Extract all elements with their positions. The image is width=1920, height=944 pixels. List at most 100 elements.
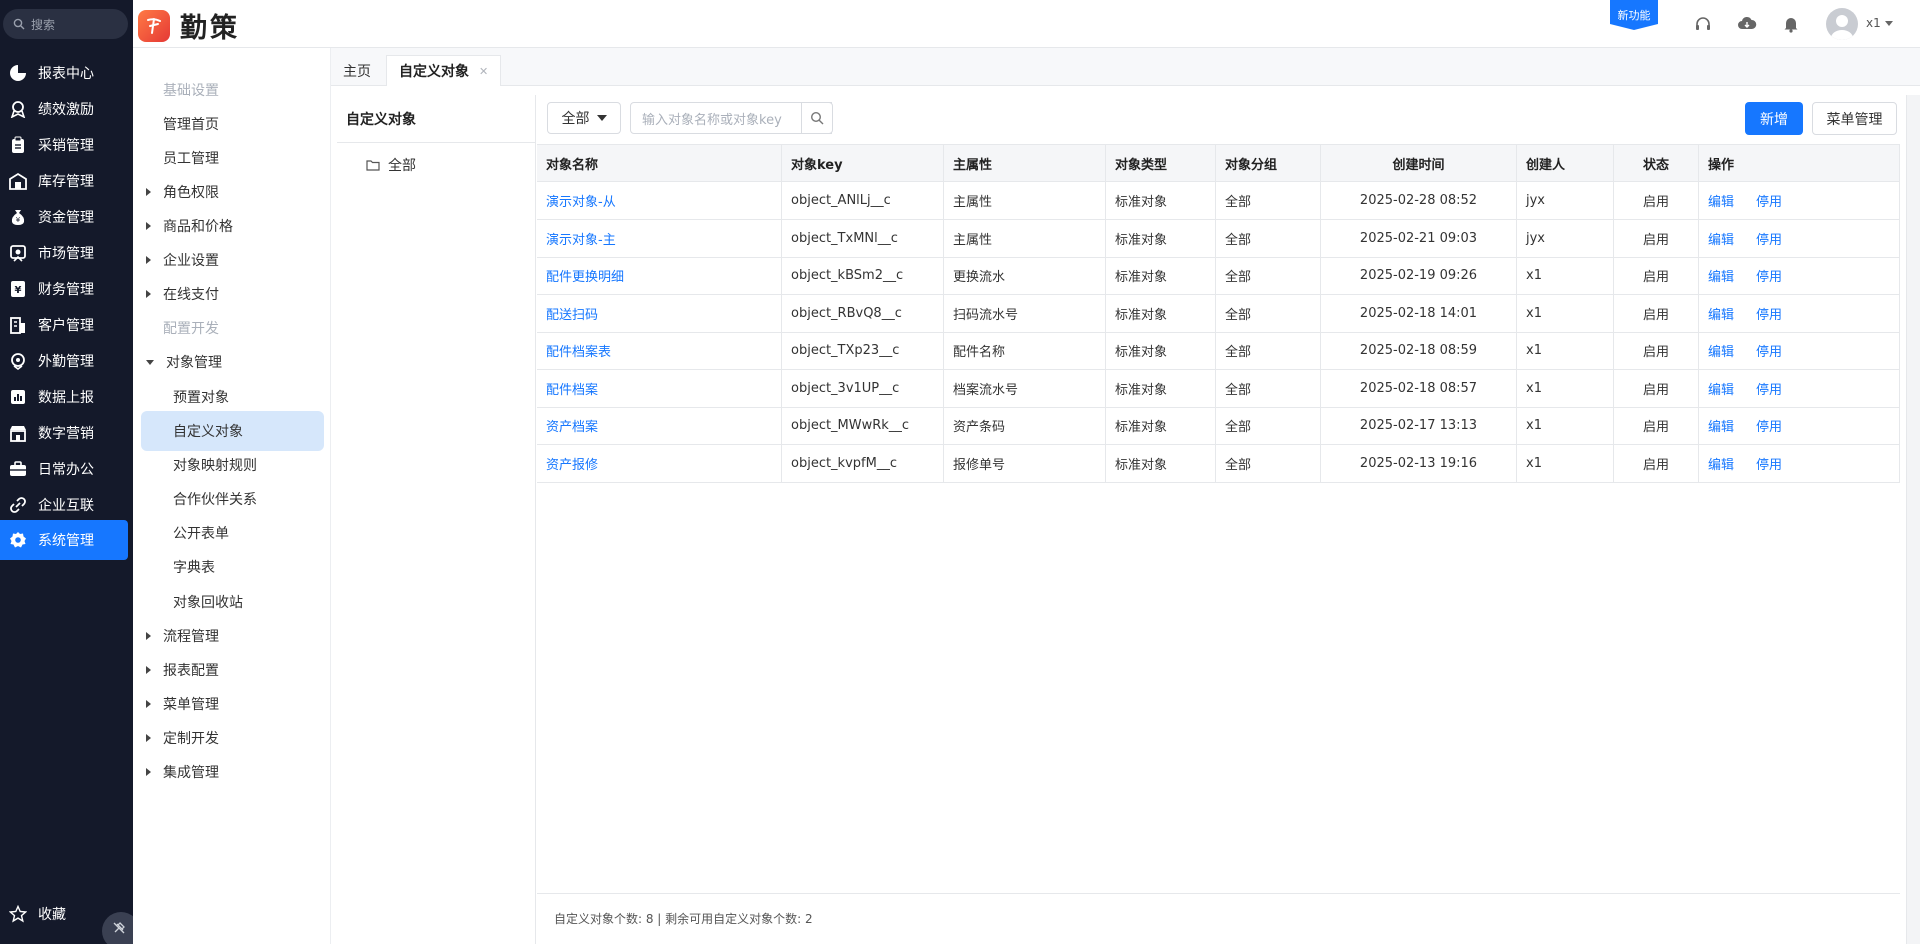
menu-management-button[interactable]: 菜单管理 (1812, 102, 1897, 135)
rail-item-11[interactable]: 日常办公 (0, 449, 128, 489)
rail-item-1[interactable]: 绩效激励 (0, 89, 128, 129)
rail-item-13[interactable]: 系统管理 (0, 520, 128, 560)
rail-item-7[interactable]: 客户管理 (0, 305, 128, 345)
column-header[interactable]: 对象分组 (1216, 145, 1321, 182)
cell-group: 全部 (1216, 182, 1321, 219)
column-header[interactable]: 状态 (1614, 145, 1699, 182)
object-name-link[interactable]: 资产报修 (537, 444, 782, 482)
cell-creator: x1 (1517, 369, 1614, 407)
unpin-icon (113, 922, 125, 934)
edit-link[interactable]: 编辑 (1708, 379, 1734, 398)
favorites-item[interactable]: 收藏 (0, 902, 66, 926)
rail-item-5[interactable]: 市场管理 (0, 233, 128, 273)
rail-item-9[interactable]: 数据上报 (0, 377, 128, 417)
object-search-button[interactable] (801, 102, 833, 134)
disable-link[interactable]: 停用 (1756, 191, 1782, 210)
cell-creator: x1 (1517, 257, 1614, 294)
subnav-item-label: 员工管理 (163, 151, 219, 167)
add-object-button[interactable]: 新增 (1745, 102, 1803, 135)
column-header[interactable]: 主属性 (944, 145, 1106, 182)
object-name-link[interactable]: 配送扫码 (537, 294, 782, 332)
edit-link[interactable]: 编辑 (1708, 341, 1734, 360)
column-header[interactable]: 创建人 (1517, 145, 1614, 182)
rail-item-0[interactable]: 报表中心 (0, 53, 128, 93)
edit-link[interactable]: 编辑 (1708, 454, 1734, 473)
global-search-placeholder: 搜索 (31, 17, 56, 32)
chevron-down-icon[interactable] (1885, 21, 1893, 26)
column-header[interactable]: 对象类型 (1106, 145, 1216, 182)
headset-icon[interactable] (1692, 13, 1714, 35)
subnav-item-14[interactable]: 字典表 (133, 547, 331, 587)
tree-node-all[interactable]: 全部 (366, 155, 416, 175)
award-icon (8, 99, 28, 119)
subnav-item-label: 字典表 (173, 560, 215, 576)
subnav-item-label: 在线支付 (163, 287, 219, 303)
object-name-link[interactable]: 配件档案表 (537, 332, 782, 369)
global-search[interactable]: 搜索 (3, 9, 128, 39)
rail-item-6[interactable]: ¥ 财务管理 (0, 269, 128, 309)
brand-logo[interactable]: 勤策 (138, 6, 240, 45)
cell-creator: x1 (1517, 332, 1614, 369)
subnav-item-label: 定制开发 (163, 731, 219, 747)
new-feature-badge[interactable]: 新功能 (1610, 0, 1658, 30)
tree-node-label: 全部 (388, 158, 416, 174)
column-header[interactable]: 对象名称 (537, 145, 782, 182)
cell-key: object_3v1UP__c (782, 369, 944, 407)
cell-created: 2025-02-18 08:59 (1321, 332, 1517, 369)
cell-key: object_kBSm2__c (782, 257, 944, 294)
table-row: 配件更换明细 object_kBSm2__c 更换流水 标准对象 全部 2025-02-1… (537, 257, 1900, 295)
tab-custom-objects[interactable]: 自定义对象 ✕ (386, 55, 502, 86)
object-name-link[interactable]: 演示对象-从 (537, 182, 782, 219)
disable-link[interactable]: 停用 (1756, 416, 1782, 435)
row-actions: 编辑 停用 (1699, 182, 1900, 219)
caret-right-icon (146, 256, 151, 264)
group-filter-select[interactable]: 全部 (547, 102, 621, 134)
cell-creator: x1 (1517, 294, 1614, 332)
cell-type: 标准对象 (1106, 332, 1216, 369)
rail-item-10[interactable]: 数字营销 (0, 413, 128, 453)
column-header[interactable]: 操作 (1699, 145, 1900, 182)
cell-main: 主属性 (944, 182, 1106, 219)
disable-link[interactable]: 停用 (1756, 266, 1782, 285)
column-header[interactable]: 创建时间 (1321, 145, 1517, 182)
user-name[interactable]: x1 (1866, 16, 1881, 30)
cell-key: object_MWwRk__c (782, 407, 944, 444)
disable-link[interactable]: 停用 (1756, 304, 1782, 323)
tab-home[interactable]: 主页 (331, 55, 383, 86)
close-icon[interactable]: ✕ (479, 65, 488, 78)
object-name-link[interactable]: 配件更换明细 (537, 257, 782, 294)
subnav-item-20[interactable]: 集成管理 (133, 752, 331, 792)
user-avatar[interactable] (1826, 8, 1858, 40)
subnav-item-label: 配置开发 (163, 321, 219, 337)
column-header[interactable]: 对象key (782, 145, 944, 182)
object-name-link[interactable]: 演示对象-主 (537, 219, 782, 257)
subnav-item-label: 基础设置 (163, 83, 219, 99)
rail-item-3[interactable]: 库存管理 (0, 161, 128, 201)
edit-link[interactable]: 编辑 (1708, 229, 1734, 248)
edit-link[interactable]: 编辑 (1708, 304, 1734, 323)
edit-link[interactable]: 编辑 (1708, 266, 1734, 285)
cell-group: 全部 (1216, 407, 1321, 444)
object-name-link[interactable]: 资产档案 (537, 407, 782, 444)
cell-type: 标准对象 (1106, 369, 1216, 407)
disable-link[interactable]: 停用 (1756, 379, 1782, 398)
edit-link[interactable]: 编辑 (1708, 416, 1734, 435)
bell-icon[interactable] (1780, 13, 1802, 35)
disable-link[interactable]: 停用 (1756, 454, 1782, 473)
cell-type: 标准对象 (1106, 182, 1216, 219)
disable-link[interactable]: 停用 (1756, 341, 1782, 360)
subnav-item-label: 企业设置 (163, 253, 219, 269)
object-count-summary: 自定义对象个数: 8 | 剩余可用自定义对象个数: 2 (554, 912, 813, 926)
object-name-link[interactable]: 配件档案 (537, 369, 782, 407)
rail-item-4[interactable]: ¥ 资金管理 (0, 197, 128, 237)
rail-item-8[interactable]: 外勤管理 (0, 341, 128, 381)
scrollbar-track[interactable] (1906, 95, 1920, 944)
subnav-item-8[interactable]: 对象管理 (133, 342, 331, 382)
edit-link[interactable]: 编辑 (1708, 191, 1734, 210)
rail-item-2[interactable]: 采销管理 (0, 125, 128, 165)
cloud-download-icon[interactable] (1736, 13, 1758, 35)
disable-link[interactable]: 停用 (1756, 229, 1782, 248)
cell-group: 全部 (1216, 369, 1321, 407)
cell-main: 配件名称 (944, 332, 1106, 369)
rail-item-12[interactable]: 企业互联 (0, 485, 128, 525)
